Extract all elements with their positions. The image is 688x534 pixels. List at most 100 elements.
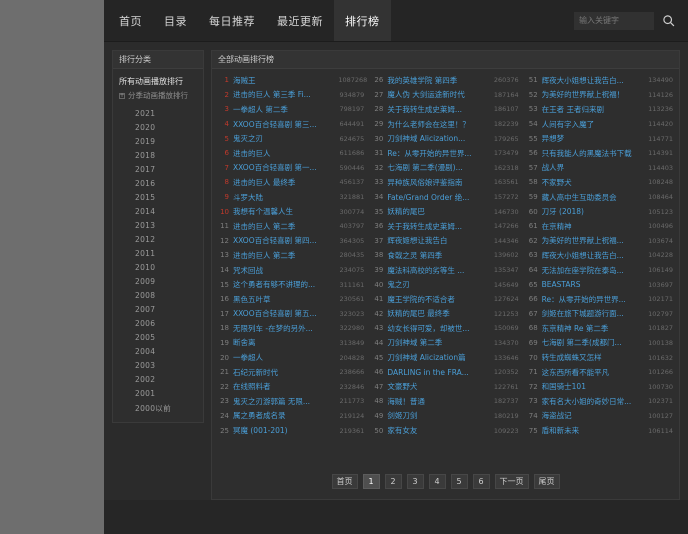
sidebar-item-season-ranking[interactable]: + 分季动画播放排行 [119,89,203,103]
page-button-6[interactable]: 6 [472,474,490,489]
page-button-下一页[interactable]: 下一页 [494,474,529,489]
year-item-2000以前[interactable]: 2000以前 [113,400,203,416]
page-button-2[interactable]: 2 [384,474,402,489]
page-button-5[interactable]: 5 [450,474,468,489]
anime-title-link[interactable]: Re：从零开始的异世界... [387,148,488,159]
ranking-row[interactable]: 25 冥魔 (001-201) 219361 [216,423,366,438]
ranking-row[interactable]: 8 进击的巨人 最终季 456137 [216,175,366,190]
anime-title-link[interactable]: 属之勇者成名录 [233,410,334,421]
ranking-row[interactable]: 72 和国骑士101 100730 [525,379,675,394]
page-button-首页[interactable]: 首页 [331,474,358,489]
anime-title-link[interactable]: 鬼灭之刃游郭篇 无限... [233,396,334,407]
ranking-row[interactable]: 64 无法加在座学院在泰岛... 106149 [525,263,675,278]
ranking-row[interactable]: 42 妖精的尾巴 最终季 121253 [370,307,520,322]
ranking-row[interactable]: 66 Re：从零开始的异世界... 102171 [525,292,675,307]
ranking-row[interactable]: 60 刀牙 (2018) 105123 [525,204,675,219]
ranking-row[interactable]: 22 在线照料者 232846 [216,379,366,394]
ranking-row[interactable]: 23 鬼灭之刃游郭篇 无限... 211773 [216,394,366,409]
ranking-row[interactable]: 24 属之勇者成名录 219124 [216,409,366,424]
year-item-2006[interactable]: 2006 [113,316,203,330]
anime-title-link[interactable]: 家有女友 [387,425,488,436]
ranking-row[interactable]: 4 XXOO百合轻喜剧 第三... 644491 [216,117,366,132]
year-item-2015[interactable]: 2015 [113,190,203,204]
anime-title-link[interactable]: 只有我能人的黑魔法书下载 [542,148,643,159]
ranking-row[interactable]: 21 石纪元新时代 238666 [216,365,366,380]
anime-title-link[interactable]: Re：从零开始的异世界... [542,294,643,305]
ranking-row[interactable]: 18 无限列车 -在梦的另外... 322980 [216,321,366,336]
ranking-row[interactable]: 71 这东西所看不能平凡 101266 [525,365,675,380]
anime-title-link[interactable]: 鬼之刃 [387,279,488,290]
search-button[interactable] [658,11,678,31]
page-button-4[interactable]: 4 [428,474,446,489]
ranking-row[interactable]: 16 黑色五叶草 230561 [216,292,366,307]
search-input[interactable] [574,11,654,30]
year-item-2004[interactable]: 2004 [113,344,203,358]
year-item-2002[interactable]: 2002 [113,372,203,386]
ranking-row[interactable]: 38 食戟之灵 第四季 139602 [370,248,520,263]
ranking-row[interactable]: 28 关于我转生成史莱姆... 186107 [370,102,520,117]
anime-title-link[interactable]: 辉夜大小姐想让我告白... [542,75,643,86]
ranking-row[interactable]: 27 魔人伪 大剑运途新时代 187164 [370,88,520,103]
anime-title-link[interactable]: 刀剑神域 第二季 [387,337,488,348]
anime-title-link[interactable]: 七海剧 第二季(漫剧)... [387,162,488,173]
anime-title-link[interactable]: 我的英雄学院 第四季 [387,75,488,86]
anime-title-link[interactable]: 进击的巨人 最终季 [233,177,334,188]
anime-title-link[interactable]: 盾和新未来 [542,425,643,436]
anime-title-link[interactable]: 在京精神 [542,221,643,232]
anime-title-link[interactable]: 为什么老师会在这里！？ [387,119,488,130]
anime-title-link[interactable]: 无法加在座学院在泰岛... [542,265,643,276]
anime-title-link[interactable]: 冥魔 (001-201) [233,425,334,436]
year-item-2018[interactable]: 2018 [113,148,203,162]
anime-title-link[interactable]: 进击的巨人 第二季 [233,250,334,261]
ranking-row[interactable]: 75 盾和新未来 106114 [525,423,675,438]
sidebar-item-all-ranking[interactable]: 所有动画播放排行 [119,74,203,89]
year-item-2011[interactable]: 2011 [113,246,203,260]
ranking-row[interactable]: 6 进击的巨人 611686 [216,146,366,161]
ranking-row[interactable]: 35 妖精的尾巴 146730 [370,204,520,219]
anime-title-link[interactable]: 这个勇者有够不讲理的... [233,279,334,290]
anime-title-link[interactable]: 异种族风俗娘评鉴指南 [387,177,488,188]
nav-item-1[interactable]: 目录 [153,0,198,41]
anime-title-link[interactable]: 在王者 王者归来剧 [542,104,643,115]
ranking-row[interactable]: 52 为美好的世界献上祝福！ 114126 [525,88,675,103]
anime-title-link[interactable]: 东京精神 Re 第二季 [542,323,643,334]
ranking-row[interactable]: 61 在京精神 100496 [525,219,675,234]
anime-title-link[interactable]: 魔王学院的不适合者 [387,294,488,305]
anime-title-link[interactable]: 家有名大小姐的奇妙日常... [542,396,643,407]
ranking-row[interactable]: 63 辉夜大小姐想让我告白... 104228 [525,248,675,263]
year-item-2010[interactable]: 2010 [113,260,203,274]
anime-title-link[interactable]: 为美好的世界献上祝福！ [542,89,643,100]
ranking-row[interactable]: 9 斗罗大陆 321881 [216,190,366,205]
year-item-2021[interactable]: 2021 [113,106,203,120]
anime-title-link[interactable]: 关于我转生成史莱姆... [387,104,488,115]
plus-icon[interactable]: + [119,93,125,100]
anime-title-link[interactable]: 魔人伪 大剑运途新时代 [387,89,488,100]
anime-title-link[interactable]: 和国骑士101 [542,381,643,392]
ranking-row[interactable]: 57 战人界 114403 [525,161,675,176]
anime-title-link[interactable]: 黑色五叶草 [233,294,334,305]
year-item-2016[interactable]: 2016 [113,176,203,190]
year-item-2001[interactable]: 2001 [113,386,203,400]
anime-title-link[interactable]: DARLING in the FRA... [387,368,488,377]
anime-title-link[interactable]: 辉夜姬想让我告白 [387,235,488,246]
year-item-2009[interactable]: 2009 [113,274,203,288]
ranking-row[interactable]: 7 XXOO百合轻喜剧 第一... 590446 [216,161,366,176]
ranking-row[interactable]: 31 Re：从零开始的异世界... 173479 [370,146,520,161]
ranking-row[interactable]: 55 异想梦 114771 [525,131,675,146]
anime-title-link[interactable]: 这东西所看不能平凡 [542,367,643,378]
anime-title-link[interactable]: 不家野犬 [542,177,643,188]
ranking-row[interactable]: 44 刀剑神域 第二季 134370 [370,336,520,351]
ranking-row[interactable]: 30 刀剑神域 Alicization... 179265 [370,131,520,146]
ranking-row[interactable]: 49 剑姬刀剑 180219 [370,409,520,424]
anime-title-link[interactable]: 海贼王 [233,75,334,86]
ranking-row[interactable]: 48 海贼！普通 182737 [370,394,520,409]
ranking-row[interactable]: 33 异种族风俗娘评鉴指南 163561 [370,175,520,190]
ranking-row[interactable]: 11 进击的巨人 第二季 403797 [216,219,366,234]
year-item-2007[interactable]: 2007 [113,302,203,316]
year-item-2013[interactable]: 2013 [113,218,203,232]
year-item-2014[interactable]: 2014 [113,204,203,218]
ranking-row[interactable]: 41 魔王学院的不适合者 127624 [370,292,520,307]
anime-title-link[interactable]: XXOO百合轻喜剧 第一... [233,162,334,173]
anime-title-link[interactable]: XXOO百合轻喜剧 第三... [233,119,334,130]
anime-title-link[interactable]: 进击的巨人 第三季 Fi... [233,89,334,100]
